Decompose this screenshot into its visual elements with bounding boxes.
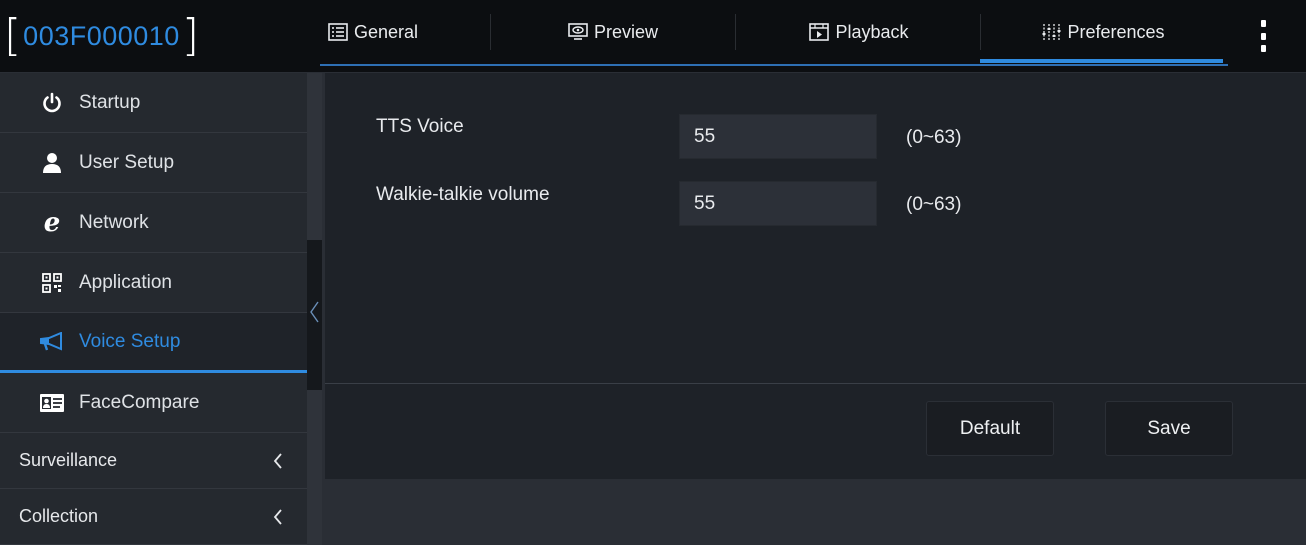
tab-preview-label: Preview [593,21,659,42]
network-icon: e [43,207,61,238]
tab-divider [490,14,491,50]
qr-code-icon [39,270,65,296]
tab-preview[interactable]: Preview [548,0,678,64]
sidebar-item-label: Application [79,271,172,293]
sidebar-item-network[interactable]: e Network [0,193,307,253]
sidebar-group-surveillance[interactable]: Surveillance [0,433,307,489]
form-divider [325,383,1306,384]
chevron-left-icon [273,509,282,525]
tts-voice-input[interactable] [679,114,877,159]
sidebar-item-startup[interactable]: Startup [0,73,307,133]
sidebar-item-label: Network [79,211,149,233]
tab-playback[interactable]: Playback [794,0,924,64]
sidebar-item-label: Startup [79,91,141,113]
right-bracket: ] [181,10,199,61]
tab-general-label: General [353,21,419,42]
main-tabs: General Preview Playback Preferences [308,0,1232,72]
save-button[interactable]: Save [1105,401,1233,456]
power-icon [39,90,65,116]
menu-dot [1260,32,1266,40]
device-id-display: [ 003F000010 ] [4,10,199,62]
sidebar-group-label: Collection [19,506,99,526]
megaphone-icon [39,329,65,355]
id-card-icon [39,390,65,416]
tab-preferences[interactable]: Preferences [1018,0,1188,64]
menu-dot [1260,20,1266,27]
preview-icon [568,23,588,40]
sidebar-item-user-setup[interactable]: User Setup [0,133,307,193]
sidebar-group-collection[interactable]: Collection [0,489,307,545]
preferences-icon [1042,24,1061,40]
chevron-left-icon [273,453,282,469]
walkie-talkie-volume-range: (0~63) [906,194,962,215]
tab-divider [735,14,736,50]
tts-voice-range: (0~63) [906,127,962,148]
tab-preferences-label: Preferences [1067,21,1165,42]
walkie-talkie-volume-input[interactable] [679,181,877,226]
default-button[interactable]: Default [926,401,1054,456]
top-bar: [ 003F000010 ] General Preview Playback … [0,0,1306,72]
sidebar: Startup User Setup e Network Application [0,73,307,545]
tabs-baseline [320,64,1228,66]
left-bracket: [ [4,10,22,61]
playback-icon [809,23,830,41]
sidebar-item-facecompare[interactable]: FaceCompare [0,373,307,433]
sidebar-item-voice-setup[interactable]: Voice Setup [0,313,307,373]
sidebar-item-application[interactable]: Application [0,253,307,313]
tab-playback-label: Playback [835,21,909,42]
collapse-sidebar-icon[interactable] [308,300,320,324]
sidebar-item-label: FaceCompare [79,391,200,413]
device-id: 003F000010 [23,20,180,51]
menu-dot [1260,45,1266,52]
sidebar-group-label: Surveillance [19,450,118,470]
more-menu-icon[interactable] [1253,20,1273,52]
tts-voice-label: TTS Voice [376,116,464,137]
sidebar-item-label: Voice Setup [79,330,181,352]
user-icon [39,150,65,176]
sidebar-item-label: User Setup [79,151,175,173]
tab-general[interactable]: General [308,0,438,64]
tab-divider [980,14,981,50]
walkie-talkie-volume-label: Walkie-talkie volume [376,184,550,205]
general-icon [328,23,348,41]
